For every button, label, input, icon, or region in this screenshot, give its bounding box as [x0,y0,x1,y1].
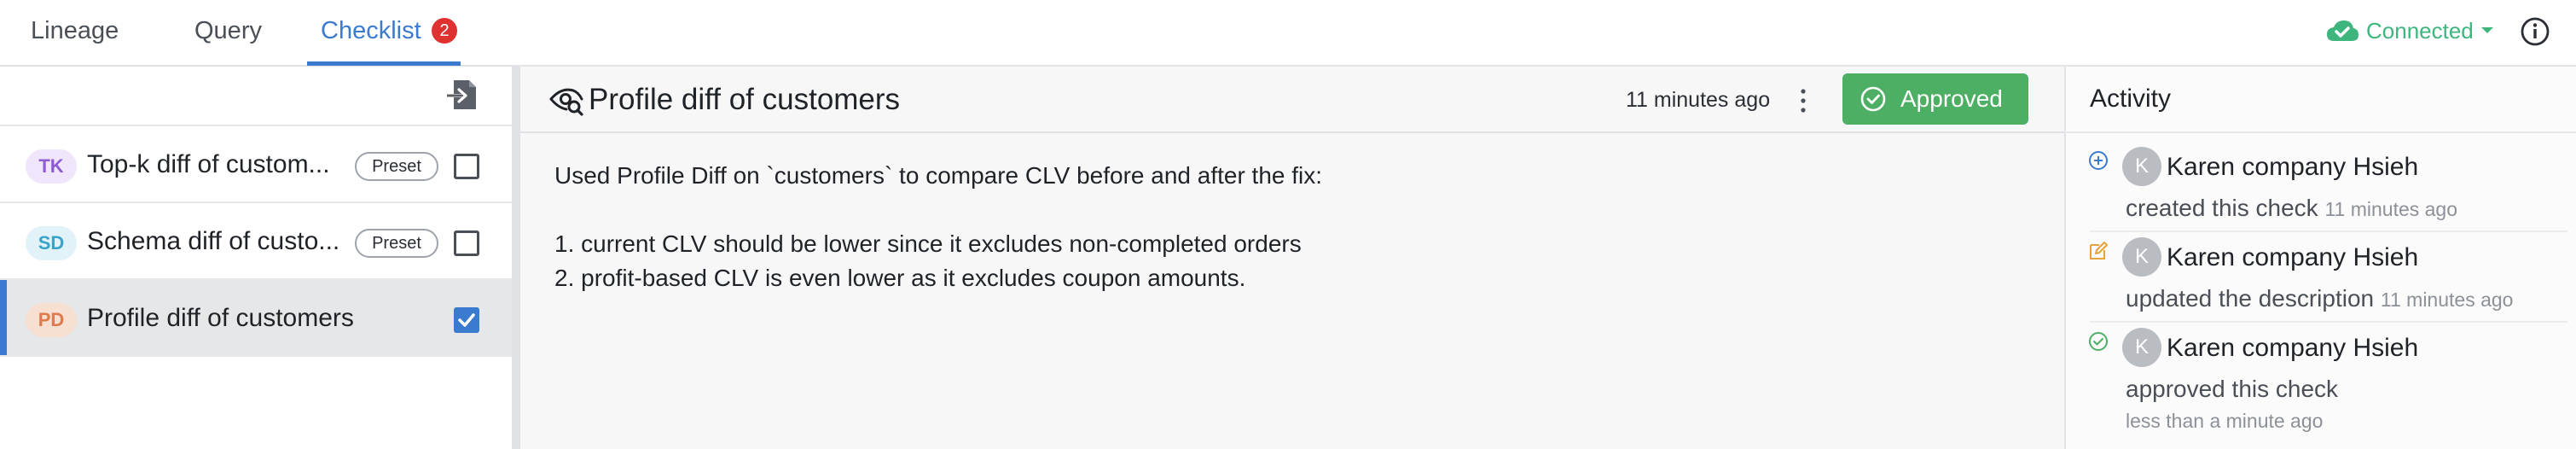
preset-tag: Preset [355,229,438,258]
activity-action: updated the description [2126,285,2375,312]
checklist-item[interactable]: TK Top-k diff of custom... Preset [0,125,512,201]
activity-item: K Karen company Hsieh created this check… [2066,142,2576,232]
checklist-item-checkbox[interactable] [454,307,479,333]
avatar: K [2122,237,2161,277]
list-divider [0,355,512,357]
check-circle-icon [1860,86,1886,112]
checklist-item-label: Profile diff of customers [87,304,354,332]
activity-action: approved this check [2126,376,2339,402]
checklist-item-checkbox[interactable] [454,230,479,256]
check-type-badge: PD [26,303,77,337]
activity-user: Karen company Hsieh [2167,334,2419,362]
activity-time: less than a minute ago [2126,410,2324,432]
avatar: K [2122,328,2161,367]
avatar: K [2122,147,2161,186]
tab-lineage[interactable]: Lineage [31,0,119,67]
plus-circle-icon [2089,151,2108,170]
check-detail: Profile diff of customers 11 minutes ago… [520,67,2064,449]
checklist-item-selected[interactable]: PD Profile diff of customers [0,278,512,355]
activity-user: Karen company Hsieh [2167,243,2419,271]
chevron-down-icon [2480,27,2493,33]
tab-query[interactable]: Query [194,0,262,67]
check-circle-icon [2089,332,2108,351]
check-updated-time: 11 minutes ago [1626,88,1771,112]
checklist-count-badge: 2 [432,18,457,44]
selected-indicator [0,280,7,355]
more-options-icon[interactable] [1798,87,1808,114]
top-nav: Lineage Query Checklist 2 Connected [0,0,2576,67]
connection-label: Connected [2366,17,2474,44]
activity-panel: Activity K Karen company Hsieh created t… [2064,67,2576,449]
activity-item: K Karen company Hsieh updated the descri… [2066,232,2576,323]
activity-action-line: created this check 11 minutes ago [2126,193,2457,224]
tab-checklist[interactable]: Checklist [321,0,421,67]
check-description[interactable]: Used Profile Diff on `customers` to comp… [554,159,2005,295]
checklist-item[interactable]: SD Schema diff of custo... Preset [0,201,512,278]
activity-time: 11 minutes ago [2380,289,2514,311]
preset-tag: Preset [355,152,438,181]
export-icon[interactable] [445,77,481,113]
activity-time: 11 minutes ago [2324,198,2458,220]
connection-status[interactable]: Connected [2325,0,2494,61]
approved-button[interactable]: Approved [1842,73,2028,125]
activity-title: Activity [2090,85,2172,113]
checklist-item-checkbox[interactable] [454,154,479,179]
approved-label: Approved [1900,85,2003,112]
check-type-badge: SD [26,226,77,260]
check-header: Profile diff of customers 11 minutes ago… [520,67,2064,133]
activity-action-line: updated the description 11 minutes ago [2126,283,2513,315]
checklist-item-label: Top-k diff of custom... [87,150,330,178]
activity-user: Karen company Hsieh [2167,153,2419,181]
activity-divider [2066,131,2576,133]
check-type-badge: TK [26,149,77,184]
activity-action: created this check [2126,195,2318,221]
panel-splitter[interactable] [512,67,520,449]
active-tab-indicator [307,61,461,66]
check-title[interactable]: Profile diff of customers [589,67,900,133]
checkmark-icon [458,313,475,327]
profile-diff-icon [549,88,583,116]
info-icon[interactable] [2520,16,2550,47]
checklist-item-label: Schema diff of custo... [87,227,340,255]
cloud-check-icon [2327,20,2358,41]
edit-icon [2090,242,2108,259]
activity-item: K Karen company Hsieh approved this chec… [2066,323,2576,449]
